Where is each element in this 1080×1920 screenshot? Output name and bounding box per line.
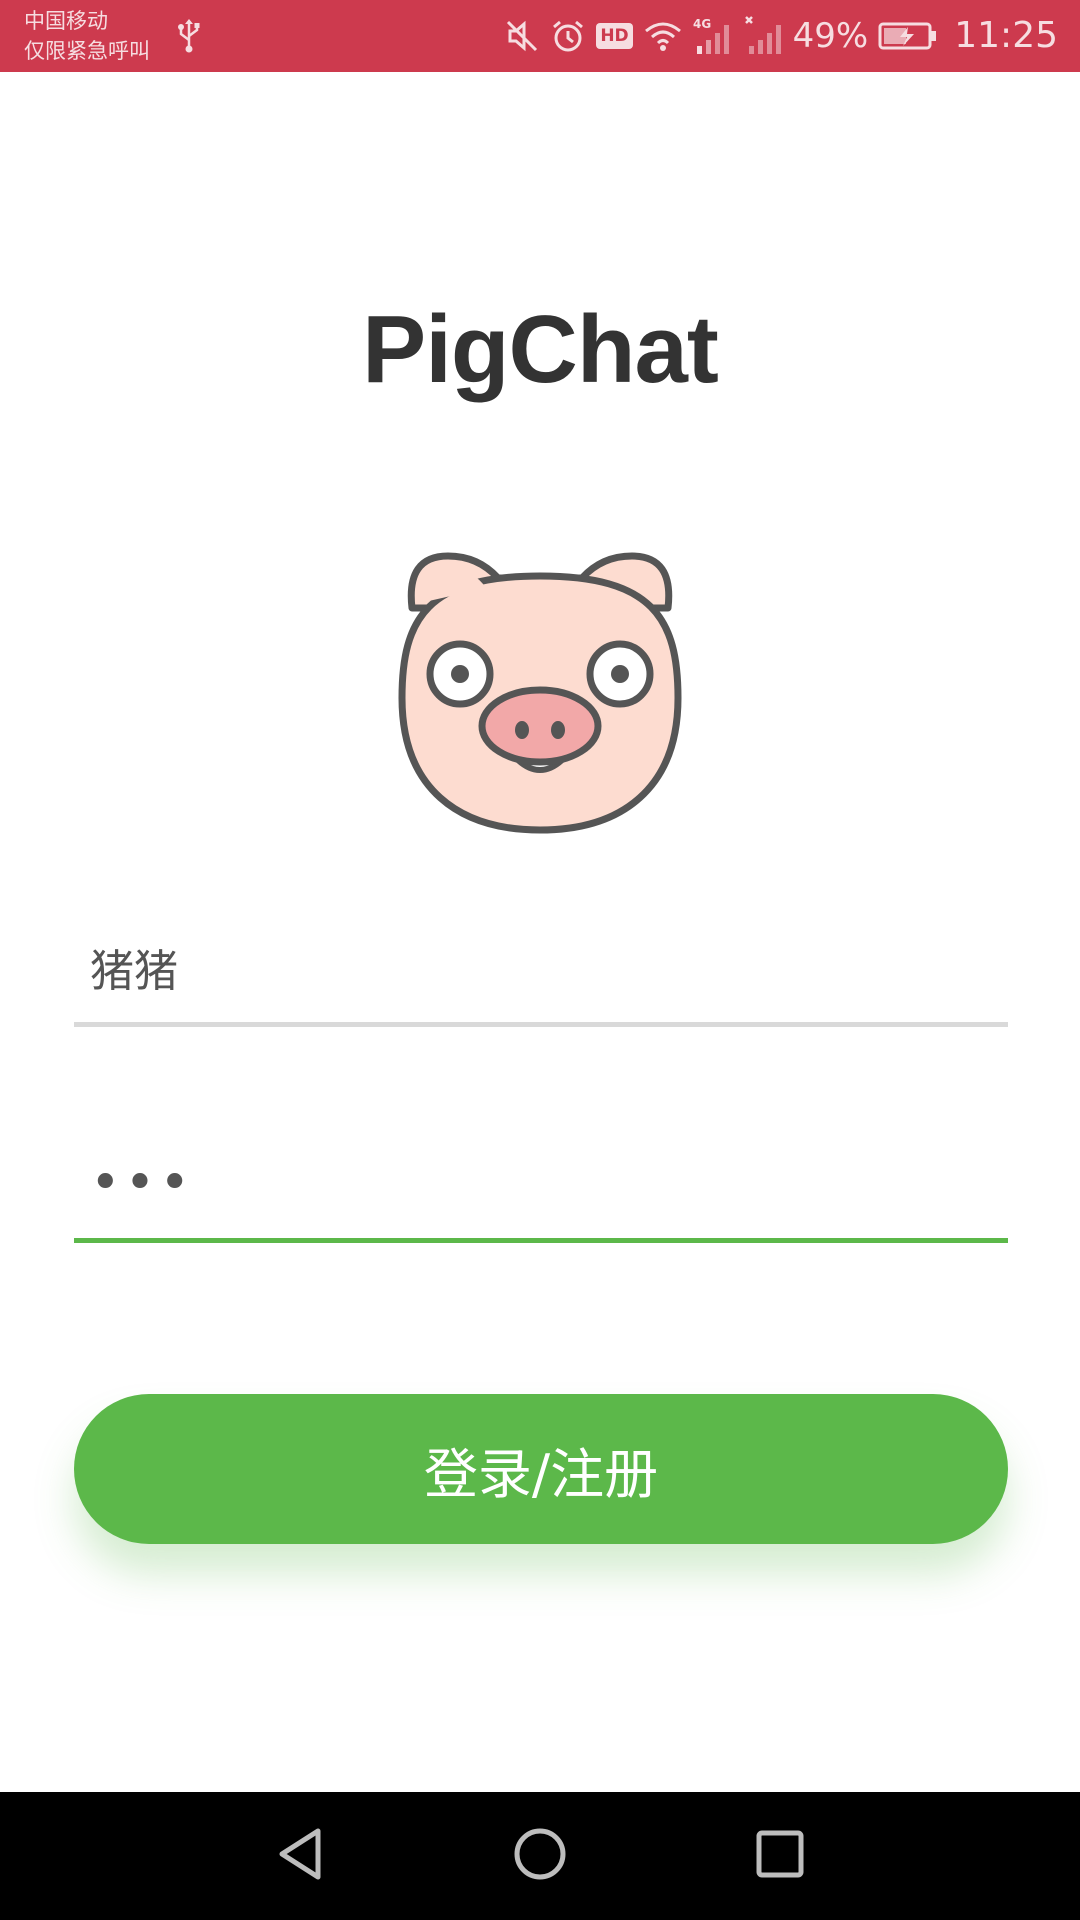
mute-icon — [504, 18, 540, 54]
recents-button[interactable] — [744, 1820, 816, 1892]
hd-icon: HD — [596, 23, 633, 49]
battery-charging-icon — [878, 20, 938, 52]
signal-4g-icon: 4G — [693, 16, 735, 56]
navigation-bar — [0, 1792, 1080, 1920]
status-bar: 中国移动 仅限紧急呼叫 HD 4G 49% 11:25 — [0, 0, 1080, 72]
alarm-icon — [550, 18, 586, 54]
wifi-icon — [643, 19, 683, 53]
back-button[interactable] — [264, 1820, 336, 1892]
carrier-info: 中国移动 仅限紧急呼叫 — [24, 6, 150, 66]
home-button[interactable] — [504, 1820, 576, 1892]
pig-face-icon — [398, 548, 682, 838]
signal-no-sim-icon — [744, 16, 783, 56]
password-field-container — [74, 1128, 1008, 1243]
password-input[interactable] — [74, 1128, 1008, 1238]
username-field-container — [74, 912, 1008, 1027]
app-title: PigChat — [362, 296, 719, 403]
status-icons: HD 4G 49% 11:25 — [504, 0, 1058, 72]
login-register-button[interactable]: 登录/注册 — [74, 1394, 1008, 1544]
back-icon — [274, 1826, 326, 1886]
login-screen: 中国移动 仅限紧急呼叫 HD 4G 49% 11:25 PigChat 猪猪 •… — [0, 0, 1080, 1920]
carrier-status: 仅限紧急呼叫 — [24, 39, 150, 63]
battery-percent: 49% — [792, 16, 869, 56]
home-icon — [512, 1826, 568, 1886]
clock: 11:25 — [954, 15, 1058, 56]
usb-icon — [176, 18, 202, 58]
recents-icon — [754, 1828, 806, 1884]
svg-text:4G: 4G — [693, 17, 711, 31]
username-input[interactable] — [74, 912, 1008, 1022]
carrier-name: 中国移动 — [24, 9, 108, 33]
